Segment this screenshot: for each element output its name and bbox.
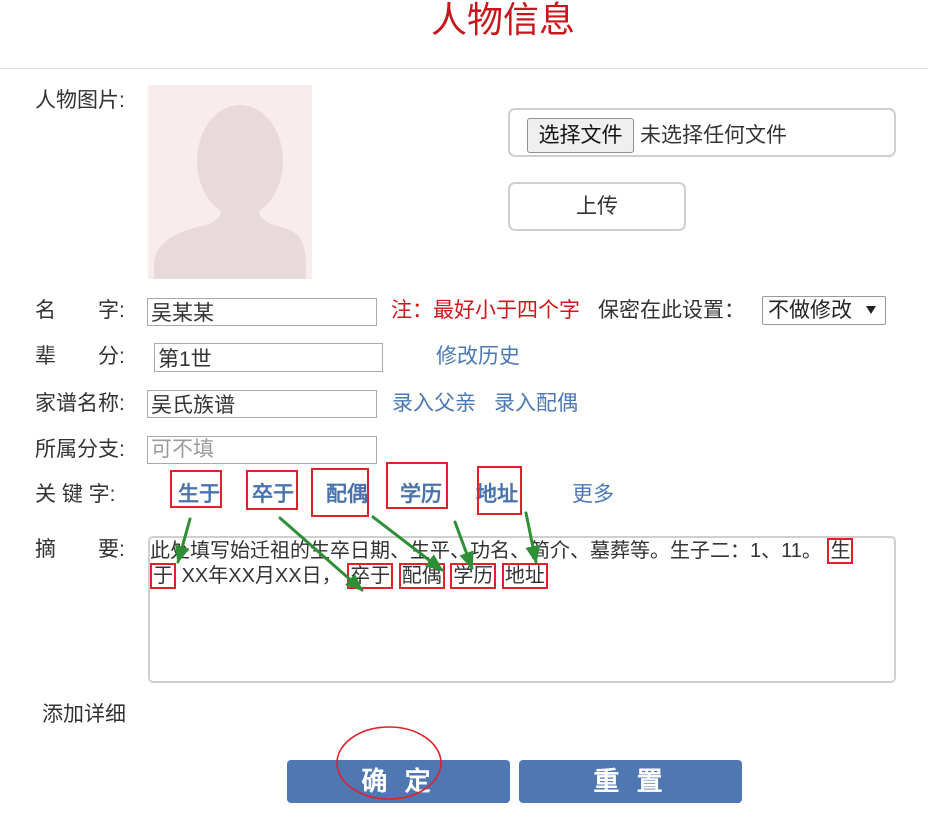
privacy-label: 保密在此设置： [598, 299, 745, 322]
file-status-text: 未选择任何文件 [640, 124, 787, 147]
keywords-more-link[interactable]: 更多 [572, 482, 614, 508]
privacy-select-value: 不做修改 [768, 299, 852, 322]
generation-input[interactable] [154, 343, 383, 372]
privacy-select[interactable]: 不做修改 [762, 296, 886, 325]
keyword-birth[interactable]: 生于 [178, 482, 220, 508]
add-detail-link[interactable]: 添加详细 [42, 702, 126, 728]
choose-file-button[interactable]: 选择文件 [527, 118, 634, 153]
edit-history-link[interactable]: 修改历史 [436, 344, 520, 370]
upload-button[interactable]: 上传 [508, 182, 686, 231]
confirm-button[interactable]: 确 定 [287, 760, 510, 803]
summary-token-death: 卒于 [347, 563, 394, 589]
avatar-placeholder [148, 85, 312, 279]
keyword-address[interactable]: 地址 [476, 482, 518, 508]
name-length-note: 注：最好小于四个字 [391, 299, 580, 322]
genealogy-label: 家谱名称: [35, 392, 125, 415]
keywords-label: 关 键 字: [35, 483, 116, 506]
branch-input[interactable] [147, 436, 377, 464]
summary-textarea[interactable]: 此处填写始迁祖的生卒日期、生平、功名、简介、墓葬等。生子二：1、11。 生于 X… [148, 536, 896, 683]
name-input[interactable] [147, 298, 377, 326]
summary-token-education: 学历 [450, 563, 497, 589]
genealogy-input[interactable] [147, 390, 377, 418]
generation-label: 辈 分: [35, 345, 125, 368]
summary-intro-text: 此处填写始迁祖的生卒日期、生平、功名、简介、墓葬等。生子二：1、11。 [150, 540, 822, 562]
branch-label: 所属分支: [35, 438, 125, 461]
keyword-spouse[interactable]: 配偶 [326, 482, 368, 508]
reset-button[interactable]: 重 置 [519, 760, 742, 803]
caret-down-icon [866, 306, 876, 314]
summary-token-address: 地址 [501, 563, 548, 589]
photo-label: 人物图片: [35, 89, 125, 112]
person-info-page: 人物信息 人物图片: 选择文件 未选择任何文件 上传 名 字: 注：最好小于四个… [0, 0, 928, 819]
file-picker: 选择文件 未选择任何文件 [508, 108, 896, 157]
header-divider [0, 68, 928, 69]
keyword-death[interactable]: 卒于 [252, 482, 294, 508]
add-spouse-link[interactable]: 录入配偶 [494, 391, 578, 417]
add-father-link[interactable]: 录入父亲 [392, 391, 476, 417]
summary-token-spouse: 配偶 [398, 563, 445, 589]
summary-birth-date: XX年XX月XX日， [181, 565, 342, 587]
name-label: 名 字: [35, 299, 125, 322]
page-title: 人物信息 [431, 0, 576, 40]
keyword-education[interactable]: 学历 [400, 482, 442, 508]
summary-label: 摘 要: [35, 538, 125, 561]
person-silhouette-icon [154, 105, 306, 279]
